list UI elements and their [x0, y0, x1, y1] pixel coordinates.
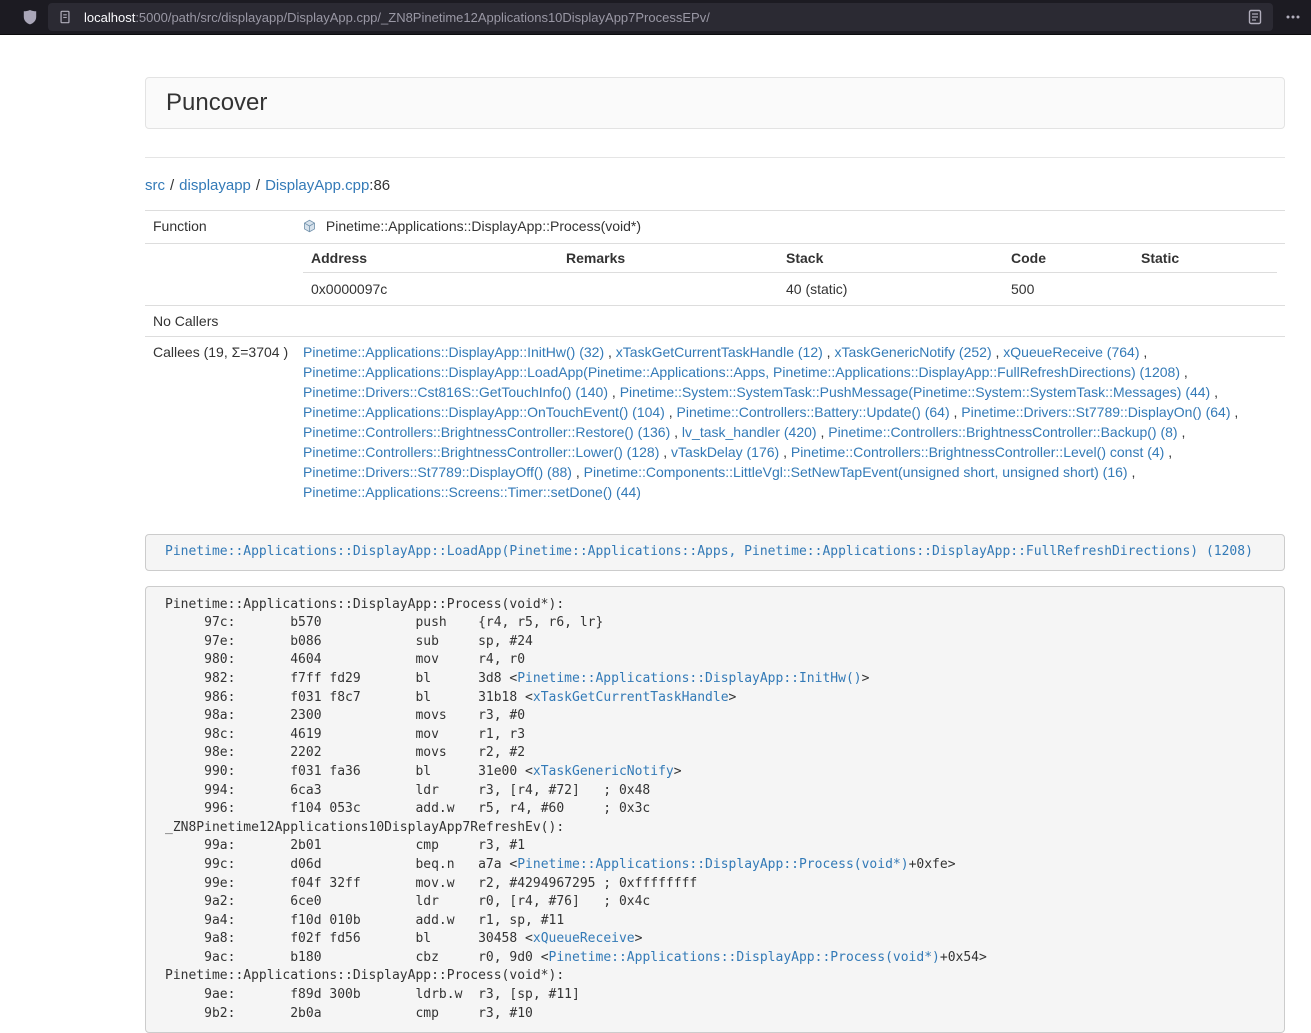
callee-link[interactable]: xTaskGenericNotify (252): [834, 344, 991, 360]
callee-link[interactable]: Pinetime::Drivers::St7789::DisplayOn() (…: [961, 404, 1230, 420]
function-detail-table: Address Remarks Stack Code Static 0x0000…: [303, 244, 1277, 305]
callee-link[interactable]: vTaskDelay (176): [671, 444, 779, 460]
disassembly-code: Pinetime::Applications::DisplayApp::Proc…: [145, 586, 1285, 1033]
reader-mode-icon[interactable]: [1247, 9, 1263, 25]
callee-link[interactable]: xTaskGetCurrentTaskHandle (12): [616, 344, 823, 360]
disasm-symbol-link[interactable]: Pinetime::Applications::DisplayApp::Init…: [517, 671, 861, 686]
detail-value-row: 0x0000097c 40 (static) 500: [303, 273, 1277, 306]
column-address: Address: [303, 244, 558, 273]
disasm-symbol-link[interactable]: xTaskGenericNotify: [533, 764, 674, 779]
callee-link[interactable]: Pinetime::Controllers::Battery::Update()…: [677, 404, 950, 420]
url-domain: localhost: [84, 10, 135, 25]
breadcrumb: src / displayapp / DisplayApp.cpp:86: [145, 176, 1285, 196]
address-value: 0x0000097c: [303, 273, 558, 306]
loadapp-symbol-link[interactable]: Pinetime::Applications::DisplayApp::Load…: [165, 544, 1253, 559]
detail-header-row: Address Remarks Stack Code Static: [303, 244, 1277, 273]
callee-link[interactable]: lv_task_handler (420): [682, 424, 817, 440]
code-value: 500: [1003, 273, 1133, 306]
breadcrumb-file-link[interactable]: DisplayApp.cpp: [265, 177, 369, 194]
callee-link[interactable]: Pinetime::Applications::DisplayApp::Init…: [303, 344, 604, 360]
no-callers-label: No Callers: [145, 306, 295, 337]
divider: [145, 157, 1285, 158]
no-callers-row: No Callers: [145, 306, 1285, 337]
function-label: Function: [145, 211, 295, 244]
column-static: Static: [1133, 244, 1277, 273]
stack-value: 40 (static): [778, 273, 1003, 306]
disasm-symbol-link[interactable]: xTaskGetCurrentTaskHandle: [533, 690, 729, 705]
url-path: :5000/path/src/displayapp/DisplayApp.cpp…: [135, 10, 710, 25]
breadcrumb-displayapp-link[interactable]: displayapp: [179, 177, 251, 194]
url-text: localhost:5000/path/src/displayapp/Displ…: [84, 10, 1239, 25]
shield-icon[interactable]: [22, 9, 38, 25]
breadcrumb-src-link[interactable]: src: [145, 177, 165, 194]
breadcrumb-separator: /: [256, 177, 260, 194]
callees-row: Callees (19, Σ=3704 ) Pinetime::Applicat…: [145, 337, 1285, 508]
column-code: Code: [1003, 244, 1133, 273]
callee-link[interactable]: Pinetime::System::SystemTask::PushMessag…: [620, 384, 1211, 400]
disasm-symbol-link[interactable]: Pinetime::Applications::DisplayApp::Proc…: [517, 857, 908, 872]
page-info-icon[interactable]: [58, 10, 72, 24]
callees-label: Callees (19, Σ=3704 ): [145, 337, 295, 508]
callee-link[interactable]: Pinetime::Controllers::BrightnessControl…: [828, 424, 1177, 440]
browser-toolbar: localhost:5000/path/src/displayapp/Displ…: [0, 0, 1311, 35]
callee-link[interactable]: Pinetime::Applications::Screens::Timer::…: [303, 484, 641, 500]
overflow-menu-icon[interactable]: [1285, 9, 1301, 25]
callee-link[interactable]: Pinetime::Applications::DisplayApp::OnTo…: [303, 404, 665, 420]
callee-link[interactable]: Pinetime::Applications::DisplayApp::Load…: [303, 364, 1180, 380]
static-value: [1133, 273, 1277, 306]
column-remarks: Remarks: [558, 244, 778, 273]
main-content: Puncover src / displayapp / DisplayApp.cpp:8…: [145, 35, 1285, 1033]
loadapp-banner: Pinetime::Applications::DisplayApp::Load…: [145, 534, 1285, 571]
package-icon: [303, 220, 320, 236]
callees-list: Pinetime::Applications::DisplayApp::Init…: [295, 337, 1285, 508]
function-row: Function Pinetime::Applications::Display…: [145, 211, 1285, 244]
column-stack: Stack: [778, 244, 1003, 273]
callee-link[interactable]: xQueueReceive (764): [1003, 344, 1139, 360]
disasm-symbol-link[interactable]: Pinetime::Applications::DisplayApp::Proc…: [549, 950, 940, 965]
callee-link[interactable]: Pinetime::Controllers::BrightnessControl…: [303, 444, 659, 460]
breadcrumb-line-number: :86: [369, 177, 390, 194]
callee-link[interactable]: Pinetime::Drivers::St7789::DisplayOff() …: [303, 464, 572, 480]
callee-link[interactable]: Pinetime::Components::LittleVgl::SetNewT…: [584, 464, 1128, 480]
callee-link[interactable]: Pinetime::Drivers::Cst816S::GetTouchInfo…: [303, 384, 608, 400]
function-name: Pinetime::Applications::DisplayApp::Proc…: [326, 218, 641, 234]
callee-link[interactable]: Pinetime::Controllers::BrightnessControl…: [791, 444, 1164, 460]
function-table: Function Pinetime::Applications::Display…: [145, 210, 1285, 507]
callee-link[interactable]: Pinetime::Controllers::BrightnessControl…: [303, 424, 670, 440]
remarks-value: [558, 273, 778, 306]
disasm-symbol-link[interactable]: xQueueReceive: [533, 931, 635, 946]
url-bar[interactable]: localhost:5000/path/src/displayapp/Displ…: [48, 3, 1273, 31]
page-title: Puncover: [166, 89, 1264, 117]
app-header: Puncover: [145, 77, 1285, 129]
function-detail-row: Address Remarks Stack Code Static 0x0000…: [145, 244, 1285, 306]
breadcrumb-separator: /: [170, 177, 174, 194]
